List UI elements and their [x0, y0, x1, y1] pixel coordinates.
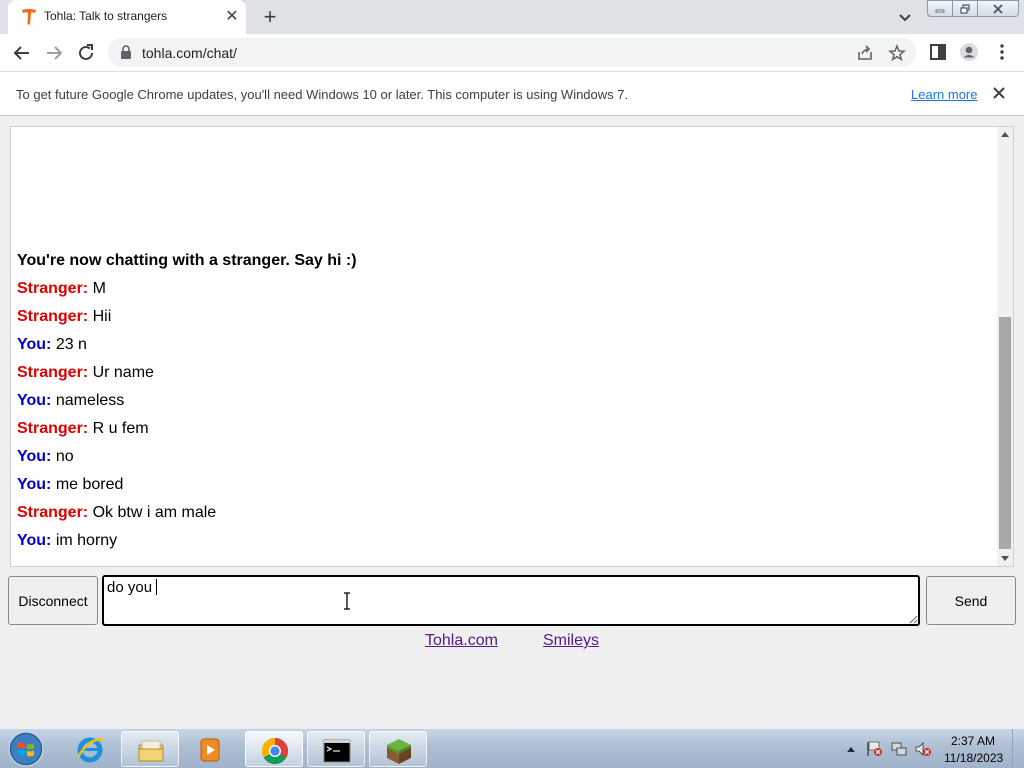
show-desktop-button[interactable] [1012, 729, 1024, 768]
media-player-icon [200, 738, 220, 762]
message-sender: You: [17, 476, 52, 493]
message-text: Ur name [92, 364, 154, 381]
arrow-right-icon[interactable] [42, 41, 66, 65]
chat-message: Stranger: Ur name [17, 359, 987, 387]
update-infobar: To get future Google Chrome updates, you… [0, 71, 1024, 116]
new-tab-plus-icon[interactable]: + [258, 5, 282, 29]
message-text: no [55, 448, 74, 465]
show-hidden-icons-icon[interactable] [847, 747, 855, 752]
taskbar-minecraft[interactable] [369, 731, 427, 767]
address-bar[interactable]: tohla.com/chat/ [108, 38, 916, 67]
browser-toolbar: tohla.com/chat/ [0, 34, 1024, 71]
message-sender: You: [17, 448, 52, 465]
kebab-menu-icon[interactable] [992, 42, 1012, 62]
message-list: Stranger: M Stranger: Hii You: 23 n Strange… [17, 275, 987, 555]
smileys-link[interactable]: Smileys [543, 632, 599, 650]
message-sender: You: [17, 392, 52, 409]
internet-explorer-icon [76, 737, 104, 763]
chat-message: You: me bored [17, 471, 987, 499]
ibeam-cursor-icon [344, 592, 350, 610]
taskbar-command-prompt[interactable] [307, 731, 365, 767]
text-caret [156, 579, 157, 595]
message-text: R u fem [92, 420, 149, 437]
tohla-t-icon [22, 9, 36, 25]
restore-icon[interactable] [953, 0, 978, 17]
message-input[interactable]: do you [102, 575, 920, 626]
message-sender: You: [17, 336, 52, 353]
chat-message: Stranger: Ok btw i am male [17, 499, 987, 527]
share-icon[interactable] [856, 44, 874, 62]
scrollbar-thumb[interactable] [999, 317, 1011, 549]
chat-status-message: You're now chatting with a stranger. Say… [17, 252, 357, 269]
taskbar-internet-explorer[interactable] [61, 731, 119, 767]
side-panel-icon[interactable] [928, 42, 948, 62]
arrow-left-icon[interactable] [10, 41, 34, 65]
message-text: 23 n [55, 336, 87, 353]
resize-grip-icon[interactable] [908, 614, 918, 624]
message-sender: Stranger: [17, 364, 89, 381]
windows-taskbar: 2:37 AM 11/18/2023 [0, 728, 1024, 768]
message-sender: Stranger: [17, 308, 89, 325]
scroll-up-arrow-icon[interactable] [1001, 132, 1009, 137]
tohla-home-link[interactable]: Tohla.com [425, 632, 498, 650]
send-button[interactable]: Send [926, 576, 1016, 625]
chat-log-scrollbar[interactable] [997, 127, 1013, 566]
taskbar-media-player[interactable] [181, 731, 239, 767]
volume-muted-icon[interactable] [915, 742, 931, 756]
chat-message: Stranger: Hii [17, 303, 987, 331]
scroll-down-arrow-icon[interactable] [1001, 556, 1009, 561]
windows-start-orb-icon[interactable] [6, 730, 46, 768]
chat-message: You: no [17, 443, 987, 471]
disconnect-button[interactable]: Disconnect [8, 576, 98, 625]
reload-icon[interactable] [74, 41, 98, 65]
url-text: tohla.com/chat/ [142, 45, 237, 61]
action-center-flag-icon[interactable] [867, 741, 882, 756]
message-sender: Stranger: [17, 504, 89, 521]
chrome-icon [261, 737, 289, 765]
message-text: im horny [55, 532, 118, 549]
star-icon[interactable] [888, 44, 906, 62]
chat-message: Stranger: M [17, 275, 987, 303]
lock-icon[interactable] [120, 45, 132, 59]
message-sender: Stranger: [17, 420, 89, 437]
profile-icon[interactable] [959, 42, 979, 62]
chat-message: Stranger: R u fem [17, 415, 987, 443]
message-text: nameless [55, 392, 125, 409]
minecraft-grass-block-icon [387, 739, 411, 764]
browser-tab[interactable]: Tohla: Talk to strangers ✕ [8, 0, 246, 34]
message-text: M [92, 280, 106, 297]
message-sender: Stranger: [17, 280, 89, 297]
tab-close-icon[interactable]: ✕ [222, 7, 242, 27]
message-text: Hii [92, 308, 112, 325]
tab-strip: Tohla: Talk to strangers ✕ + [0, 0, 1024, 34]
network-icon[interactable] [891, 742, 907, 756]
folder-icon [138, 740, 164, 762]
command-prompt-icon [323, 739, 351, 763]
message-text: Ok btw i am male [92, 504, 217, 521]
clock-time[interactable]: 2:37 AM [944, 734, 1002, 748]
taskbar-file-explorer[interactable] [121, 731, 179, 767]
infobar-message: To get future Google Chrome updates, you… [16, 87, 629, 102]
close-window-icon[interactable] [978, 0, 1019, 17]
message-sender: You: [17, 532, 52, 549]
taskbar-google-chrome[interactable] [245, 731, 303, 767]
clock-date[interactable]: 11/18/2023 [944, 751, 1003, 765]
chat-log-messages: You're now chatting with a stranger. Say… [17, 247, 987, 555]
window-controls [927, 0, 1019, 18]
page-content: You're now chatting with a stranger. Say… [0, 116, 1024, 728]
tab-title: Tohla: Talk to strangers [44, 9, 168, 23]
chat-message: You: 23 n [17, 331, 987, 359]
system-tray [847, 741, 931, 756]
chat-message: You: nameless [17, 387, 987, 415]
learn-more-link[interactable]: Learn more [911, 87, 977, 102]
message-text: me bored [55, 476, 124, 493]
chat-message: You: im horny [17, 527, 987, 555]
minimize-icon[interactable] [927, 0, 953, 17]
close-infobar-icon[interactable] [990, 84, 1008, 102]
chat-log[interactable]: You're now chatting with a stranger. Say… [10, 126, 1014, 567]
tab-search-chevron-icon[interactable] [893, 6, 917, 28]
